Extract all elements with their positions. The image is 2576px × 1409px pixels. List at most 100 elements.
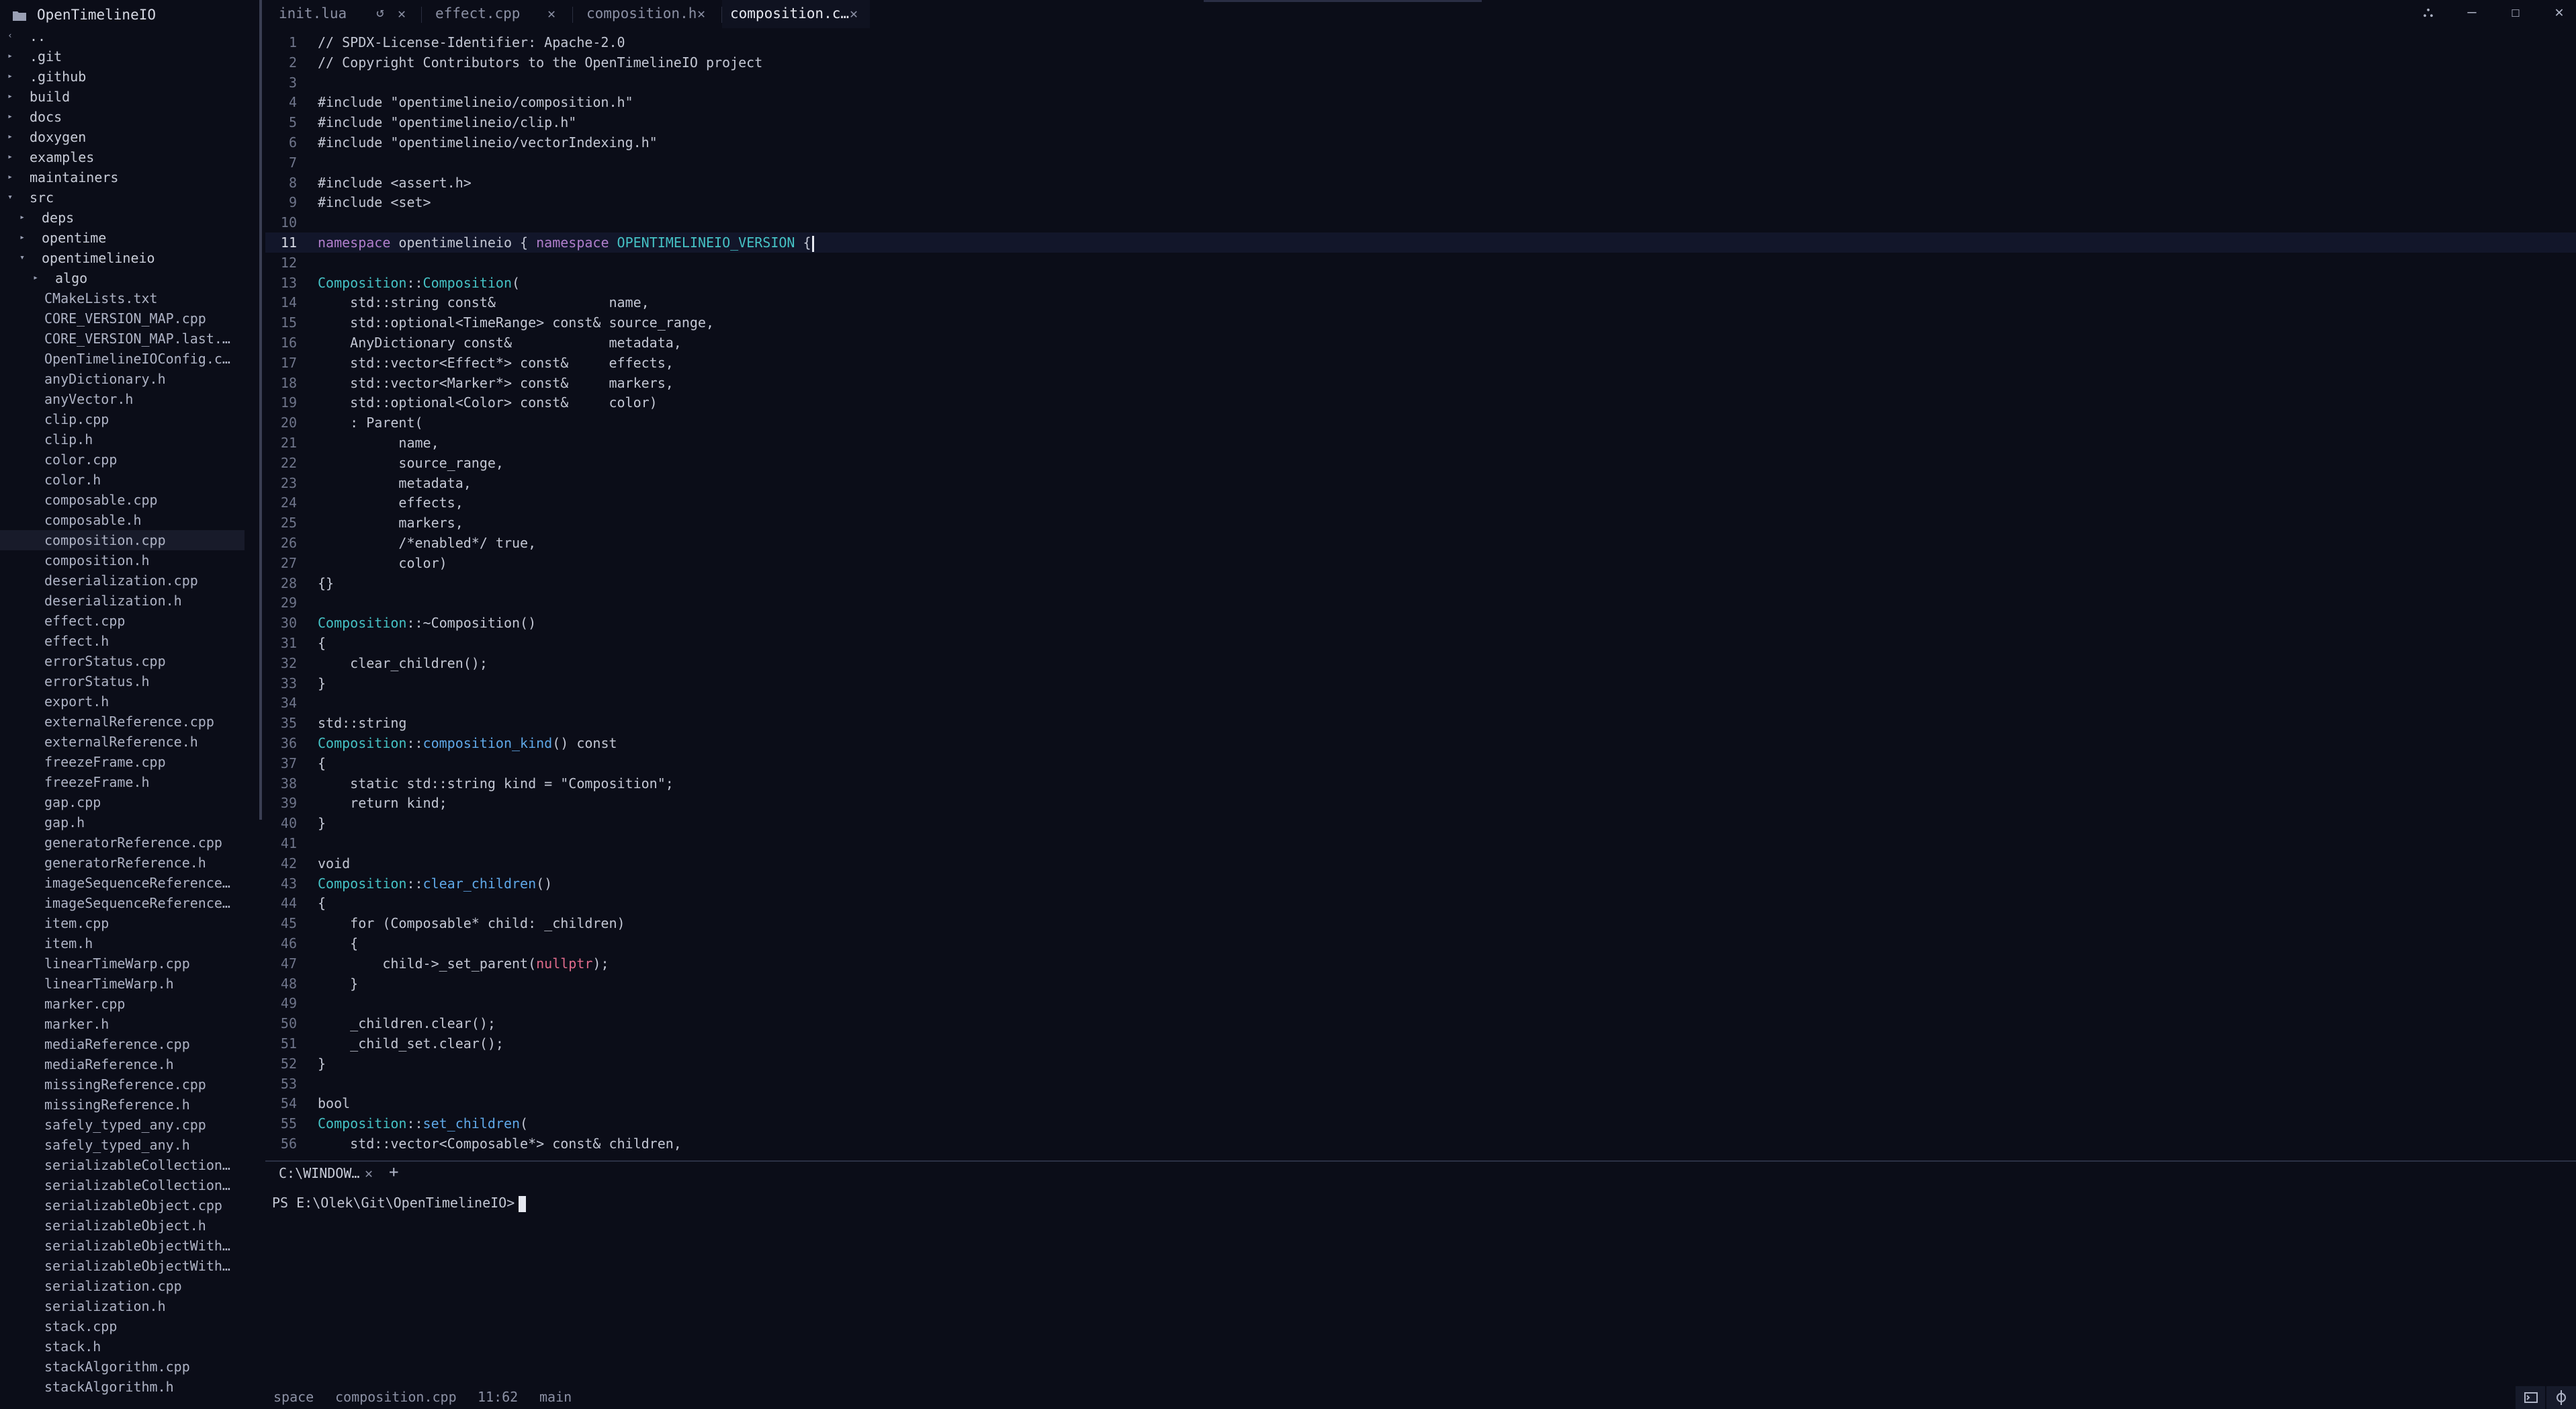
tree-folder[interactable]: ▸ opentime: [0, 228, 245, 248]
tree-file[interactable]: anyVector.h: [0, 389, 245, 409]
tab-composition-cpp[interactable]: composition.c… ✕: [722, 0, 870, 28]
tree-file[interactable]: serializableObjectWith…: [0, 1236, 245, 1256]
reload-icon[interactable]: ↺: [376, 4, 384, 20]
tree-folder[interactable]: ▸ maintainers: [0, 167, 245, 187]
tree-folder[interactable]: ‹..: [0, 26, 245, 46]
cursor-position[interactable]: 11:62: [478, 1389, 518, 1405]
sync-icon[interactable]: [2546, 1386, 2576, 1409]
chevron-right-icon[interactable]: ▸: [5, 87, 15, 107]
tree-file[interactable]: safely_typed_any.h: [0, 1135, 245, 1155]
code-line[interactable]: 51 _child_set.clear();: [265, 1033, 2576, 1054]
tree-file[interactable]: stackAlgorithm.cpp: [0, 1357, 245, 1377]
code-line[interactable]: 13 Composition::Composition(: [265, 273, 2576, 293]
code-line[interactable]: 3: [265, 73, 2576, 93]
chevron-right-icon[interactable]: ▸: [5, 46, 15, 67]
code-line[interactable]: 18 std::vector<Marker*> const& markers,: [265, 373, 2576, 393]
tree-file[interactable]: color.cpp: [0, 450, 245, 470]
code-line[interactable]: 8 #include <assert.h>: [265, 173, 2576, 193]
tree-folder[interactable]: ▸ deps: [0, 208, 245, 228]
code-line[interactable]: 39 return kind;: [265, 793, 2576, 813]
tree-file[interactable]: effect.cpp: [0, 611, 245, 631]
close-icon[interactable]: ✕: [547, 5, 556, 22]
tree-file[interactable]: composition.cpp: [0, 530, 245, 550]
code-line[interactable]: 35 std::string: [265, 713, 2576, 733]
tree-file[interactable]: clip.cpp: [0, 409, 245, 429]
code-line[interactable]: 36 Composition::composition_kind() const: [265, 733, 2576, 753]
tree-file[interactable]: serializableObject.cpp: [0, 1195, 245, 1215]
tree-file[interactable]: composition.h: [0, 550, 245, 570]
code-line[interactable]: 17 std::vector<Effect*> const& effects,: [265, 353, 2576, 373]
code-line[interactable]: 30 Composition::~Composition(): [265, 613, 2576, 633]
code-line[interactable]: 16 AnyDictionary const& metadata,: [265, 333, 2576, 353]
panel-divider[interactable]: [265, 1160, 2576, 1162]
tree-file[interactable]: clip.h: [0, 429, 245, 450]
tree-file[interactable]: errorStatus.h: [0, 671, 245, 691]
tree-file[interactable]: missingReference.h: [0, 1095, 245, 1115]
close-window-button[interactable]: ✕: [2546, 4, 2573, 21]
code-line[interactable]: 14 std::string const& name,: [265, 292, 2576, 312]
chevron-right-icon[interactable]: ▸: [5, 67, 15, 87]
code-line[interactable]: 34: [265, 693, 2576, 713]
git-branch[interactable]: main: [539, 1389, 572, 1405]
tree-file[interactable]: missingReference.cpp: [0, 1074, 245, 1095]
code-line[interactable]: 56 std::vector<Composable*> const& child…: [265, 1134, 2576, 1154]
tree-file[interactable]: marker.h: [0, 1014, 245, 1034]
code-line[interactable]: 19 std::optional<Color> const& color): [265, 392, 2576, 413]
close-icon[interactable]: ✕: [365, 1165, 373, 1181]
code-line[interactable]: 15 std::optional<TimeRange> const& sourc…: [265, 312, 2576, 333]
tree-file[interactable]: color.h: [0, 470, 245, 490]
tree-file[interactable]: effect.h: [0, 631, 245, 651]
tree-file[interactable]: deserialization.h: [0, 591, 245, 611]
chevron-down-icon[interactable]: ▾: [17, 248, 27, 268]
terminal-panel[interactable]: PS E:\Olek\Git\OpenTimelineIO>: [265, 1191, 2576, 1379]
code-line[interactable]: 31 {: [265, 633, 2576, 653]
code-line[interactable]: 27 color): [265, 553, 2576, 573]
code-line[interactable]: 22 source_range,: [265, 453, 2576, 473]
tree-file[interactable]: imageSequenceReference…: [0, 893, 245, 913]
tree-file[interactable]: imageSequenceReference…: [0, 873, 245, 893]
tree-file[interactable]: deserialization.cpp: [0, 570, 245, 591]
tree-file[interactable]: linearTimeWarp.h: [0, 974, 245, 994]
code-line[interactable]: 46 {: [265, 933, 2576, 953]
tree-folder[interactable]: ▸ doxygen: [0, 127, 245, 147]
terminal-prompt-line[interactable]: PS E:\Olek\Git\OpenTimelineIO>: [272, 1195, 527, 1212]
code-line[interactable]: 28 {}: [265, 573, 2576, 593]
code-line[interactable]: 2 // Copyright Contributors to the OpenTi…: [265, 52, 2576, 73]
code-line[interactable]: 21 name,: [265, 433, 2576, 453]
tree-file[interactable]: mediaReference.cpp: [0, 1034, 245, 1054]
code-line[interactable]: 10: [265, 212, 2576, 232]
tree-file[interactable]: externalReference.h: [0, 732, 245, 752]
code-line[interactable]: 37 {: [265, 753, 2576, 773]
tree-file[interactable]: generatorReference.h: [0, 853, 245, 873]
code-line[interactable]: 20 : Parent(: [265, 413, 2576, 433]
indent-mode[interactable]: space: [273, 1389, 314, 1405]
tree-folder[interactable]: ▸ .github: [0, 67, 245, 87]
tree-file[interactable]: serializableCollection…: [0, 1155, 245, 1175]
tree-file[interactable]: serialization.h: [0, 1296, 245, 1316]
tree-file[interactable]: export.h: [0, 691, 245, 712]
tree-file[interactable]: CORE_VERSION_MAP.last.…: [0, 329, 245, 349]
code-editor[interactable]: 1 // SPDX-License-Identifier: Apache-2.0 2…: [265, 32, 2576, 1161]
code-line[interactable]: 40}: [265, 813, 2576, 833]
code-line[interactable]: 49: [265, 993, 2576, 1013]
code-line[interactable]: 43 Composition::clear_children(): [265, 873, 2576, 894]
code-line[interactable]: 25 markers,: [265, 513, 2576, 533]
chevron-right-icon[interactable]: ▸: [5, 107, 15, 127]
code-line[interactable]: 55 Composition::set_children(: [265, 1113, 2576, 1134]
maximize-button[interactable]: ☐: [2502, 4, 2529, 21]
code-line[interactable]: 54 bool: [265, 1093, 2576, 1113]
code-line[interactable]: 47 child->_set_parent(nullptr);: [265, 953, 2576, 974]
code-line[interactable]: 1 // SPDX-License-Identifier: Apache-2.0: [265, 32, 2576, 52]
chevron-right-icon[interactable]: ▸: [17, 208, 27, 228]
add-terminal-button[interactable]: +: [389, 1162, 398, 1181]
code-line[interactable]: 26 /*enabled*/ true,: [265, 533, 2576, 553]
code-line[interactable]: 6 #include "opentimelineio/vectorIndexing…: [265, 132, 2576, 153]
code-line[interactable]: 53: [265, 1074, 2576, 1094]
tab-effect-cpp[interactable]: effect.cpp ✕: [422, 0, 573, 28]
tree-file[interactable]: item.cpp: [0, 913, 245, 933]
tree-file[interactable]: composable.cpp: [0, 490, 245, 510]
chevron-right-icon[interactable]: ▸: [17, 228, 27, 248]
close-icon[interactable]: ✕: [398, 5, 406, 22]
tree-file[interactable]: freezeFrame.h: [0, 772, 245, 792]
close-icon[interactable]: ✕: [850, 5, 858, 22]
